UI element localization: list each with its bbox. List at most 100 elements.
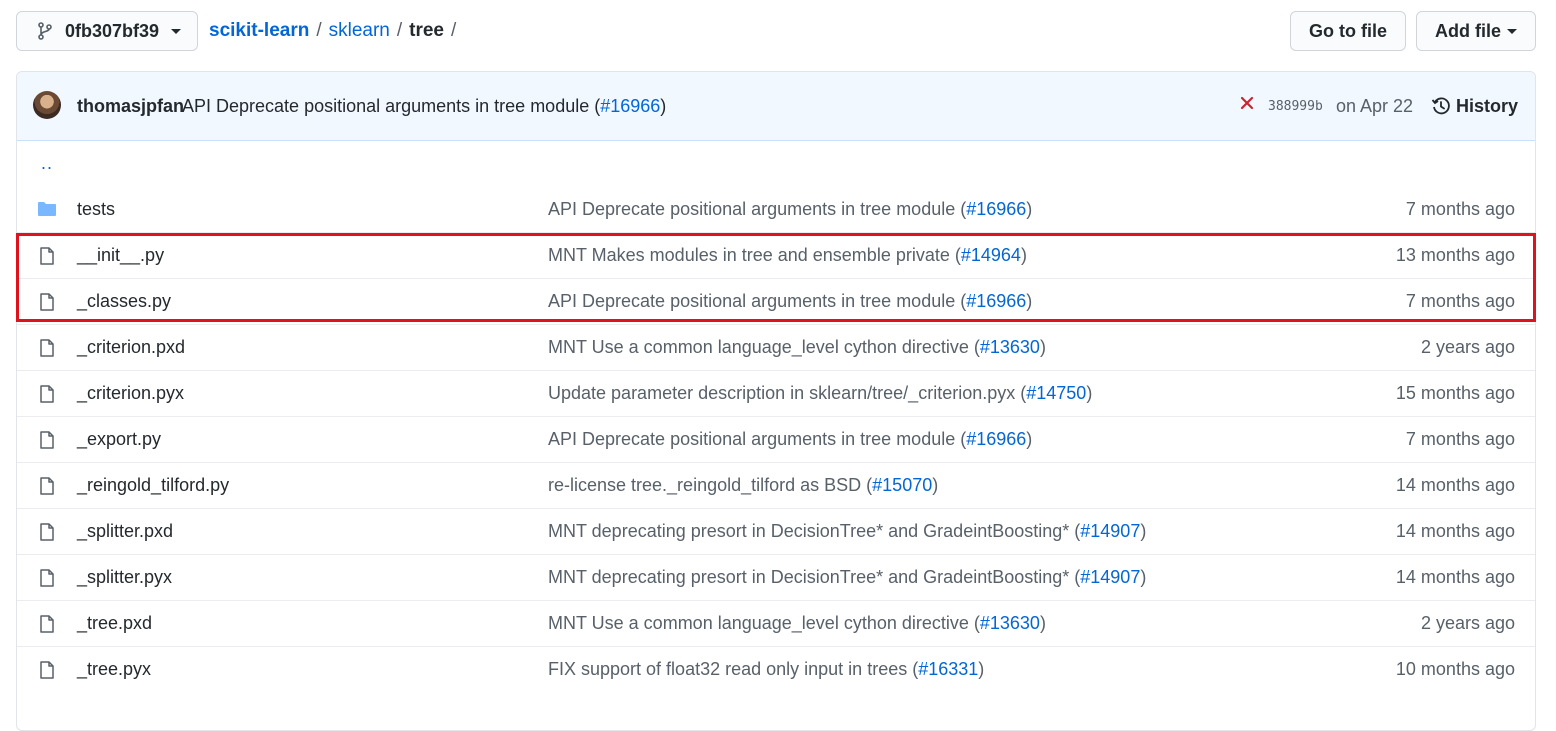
file-name-link[interactable]: _reingold_tilford.py xyxy=(77,475,229,496)
file-icon xyxy=(40,661,54,679)
history-label: History xyxy=(1456,95,1519,116)
commit-age: 7 months ago xyxy=(1405,291,1515,311)
commit-age: 10 months ago xyxy=(1395,659,1515,679)
file-name-link[interactable]: _criterion.pyx xyxy=(77,383,184,404)
file-list-box: thomasjpfan API Deprecate positional arg… xyxy=(16,71,1536,731)
file-row[interactable]: tests API Deprecate positional arguments … xyxy=(17,186,1535,232)
file-icon xyxy=(40,247,54,265)
commit-pr-link[interactable]: #14907 xyxy=(1080,567,1140,587)
commit-message: re-license tree._reingold_tilford as BSD… xyxy=(548,475,938,496)
commit-pr-link[interactable]: #13630 xyxy=(980,613,1040,633)
breadcrumb-separator: / xyxy=(396,20,403,41)
commit-pr-link[interactable]: #16331 xyxy=(918,659,978,679)
commit-message: MNT Use a common language_level cython d… xyxy=(548,613,1046,634)
commit-pr-link[interactable]: #15070 xyxy=(872,475,932,495)
file-icon xyxy=(40,385,54,403)
commit-message-text[interactable]: MNT deprecating presort in DecisionTree*… xyxy=(548,521,1080,541)
breadcrumb-separator: / xyxy=(316,20,322,41)
file-row[interactable]: _reingold_tilford.py re-license tree._rei… xyxy=(17,462,1535,508)
commit-message-end: ) xyxy=(1039,613,1046,633)
commit-pr-link[interactable]: #16966 xyxy=(966,199,1026,219)
commit-message-text[interactable]: MNT Use a common language_level cython d… xyxy=(548,337,980,357)
parent-directory-link[interactable]: .. xyxy=(41,153,53,174)
file-navigation: 0fb307bf39 scikit-learn / sklearn / tree… xyxy=(16,11,1536,53)
commit-message: MNT Use a common language_level cython d… xyxy=(548,337,1046,358)
commit-pr-link[interactable]: #14964 xyxy=(961,245,1021,265)
commit-message-text[interactable]: MNT Makes modules in tree and ensemble p… xyxy=(548,245,961,265)
file-row[interactable]: _splitter.pyx MNT deprecating presort in … xyxy=(17,554,1535,600)
commit-pr-link[interactable]: #13630 xyxy=(980,337,1040,357)
breadcrumb-separator: / xyxy=(451,20,457,41)
commit-pr-link[interactable]: #16966 xyxy=(966,429,1026,449)
go-to-file-button[interactable]: Go to file xyxy=(1290,11,1406,51)
parent-directory-row[interactable]: .. xyxy=(17,141,1535,186)
file-name-link[interactable]: _tree.pxd xyxy=(77,613,152,634)
commit-message: MNT deprecating presort in DecisionTree*… xyxy=(548,567,1146,588)
breadcrumb-repo-link[interactable]: scikit-learn xyxy=(209,20,309,42)
commit-pr-link[interactable]: #14750 xyxy=(1026,383,1086,403)
commit-message-end: ) xyxy=(1026,198,1033,219)
file-name-link[interactable]: _export.py xyxy=(77,429,161,450)
commit-date: on Apr 22 xyxy=(1336,95,1414,116)
go-to-file-label: Go to file xyxy=(1309,20,1387,41)
commit-message: API Deprecate positional arguments in tr… xyxy=(548,291,1032,312)
commit-sha-link[interactable]: 388999b xyxy=(1268,99,1323,114)
add-file-button[interactable]: Add file xyxy=(1416,11,1536,51)
commit-age: 14 months ago xyxy=(1395,521,1515,541)
history-link[interactable]: History xyxy=(1431,96,1518,117)
commit-message-end: ) xyxy=(1140,567,1147,587)
file-name-link[interactable]: _splitter.pxd xyxy=(77,521,173,542)
commit-pr-link[interactable]: #16966 xyxy=(600,96,660,116)
commit-message-text[interactable]: re-license tree._reingold_tilford as BSD… xyxy=(548,475,872,495)
commit-message-text[interactable]: Update parameter description in sklearn/… xyxy=(548,383,1026,403)
breadcrumb-current: tree xyxy=(409,20,444,41)
avatar[interactable] xyxy=(33,91,61,119)
commit-age: 15 months ago xyxy=(1395,383,1515,403)
folder-icon xyxy=(38,202,56,216)
file-row[interactable]: _classes.py API Deprecate positional argu… xyxy=(17,278,1535,324)
commit-pr-link[interactable]: #16966 xyxy=(966,291,1026,311)
file-name-link[interactable]: __init__.py xyxy=(77,245,164,266)
commit-age: 7 months ago xyxy=(1405,198,1515,219)
commit-message-text[interactable]: API Deprecate positional arguments in tr… xyxy=(182,96,600,116)
commit-author-link[interactable]: thomasjpfan xyxy=(77,96,184,117)
git-branch-icon xyxy=(38,22,52,40)
file-name-link[interactable]: _tree.pyx xyxy=(77,659,151,680)
commit-message-end: ) xyxy=(978,659,985,679)
commit-message: Update parameter description in sklearn/… xyxy=(548,383,1092,404)
file-row[interactable]: _tree.pyx FIX support of float32 read onl… xyxy=(17,646,1535,692)
commit-message-text[interactable]: FIX support of float32 read only input i… xyxy=(548,659,918,679)
file-row[interactable]: _splitter.pxd MNT deprecating presort in … xyxy=(17,508,1535,554)
commit-message-text[interactable]: API Deprecate positional arguments in tr… xyxy=(548,291,966,311)
commit-age: 14 months ago xyxy=(1395,567,1515,587)
commit-age: 2 years ago xyxy=(1420,337,1515,357)
commit-age: 7 months ago xyxy=(1405,429,1515,449)
file-icon xyxy=(40,615,54,633)
commit-message-text[interactable]: API Deprecate positional arguments in tr… xyxy=(548,429,966,449)
commit-pr-link[interactable]: #14907 xyxy=(1080,521,1140,541)
file-row[interactable]: __init__.py MNT Makes modules in tree and… xyxy=(17,232,1535,278)
file-icon xyxy=(40,431,54,449)
commit-message-end: ) xyxy=(1086,383,1093,403)
file-name-link[interactable]: tests xyxy=(77,199,115,220)
commit-message: API Deprecate positional arguments in tr… xyxy=(182,96,666,117)
file-icon xyxy=(40,477,54,495)
chevron-down-icon xyxy=(171,28,182,34)
file-name-link[interactable]: _classes.py xyxy=(77,291,171,312)
branch-select-button[interactable]: 0fb307bf39 xyxy=(16,11,198,51)
file-row[interactable]: _export.py API Deprecate positional argum… xyxy=(17,416,1535,462)
commit-message-end: ) xyxy=(1020,245,1027,265)
commit-message-text[interactable]: MNT Use a common language_level cython d… xyxy=(548,613,980,633)
commit-message: API Deprecate positional arguments in tr… xyxy=(548,429,1032,450)
commit-message-end: ) xyxy=(1026,429,1033,449)
file-row[interactable]: _criterion.pxd MNT Use a common language_… xyxy=(17,324,1535,370)
commit-message-text[interactable]: MNT deprecating presort in DecisionTree*… xyxy=(548,567,1080,587)
x-icon[interactable] xyxy=(1240,96,1254,110)
file-row[interactable]: _tree.pxd MNT Use a common language_level… xyxy=(17,600,1535,646)
file-name-link[interactable]: _criterion.pxd xyxy=(77,337,185,358)
breadcrumb-sklearn-link[interactable]: sklearn xyxy=(329,20,390,42)
commit-message-text[interactable]: API Deprecate positional arguments in tr… xyxy=(548,199,966,219)
file-name-link[interactable]: _splitter.pyx xyxy=(77,567,172,588)
file-row[interactable]: _criterion.pyx Update parameter descripti… xyxy=(17,370,1535,416)
commit-message: FIX support of float32 read only input i… xyxy=(548,659,984,680)
